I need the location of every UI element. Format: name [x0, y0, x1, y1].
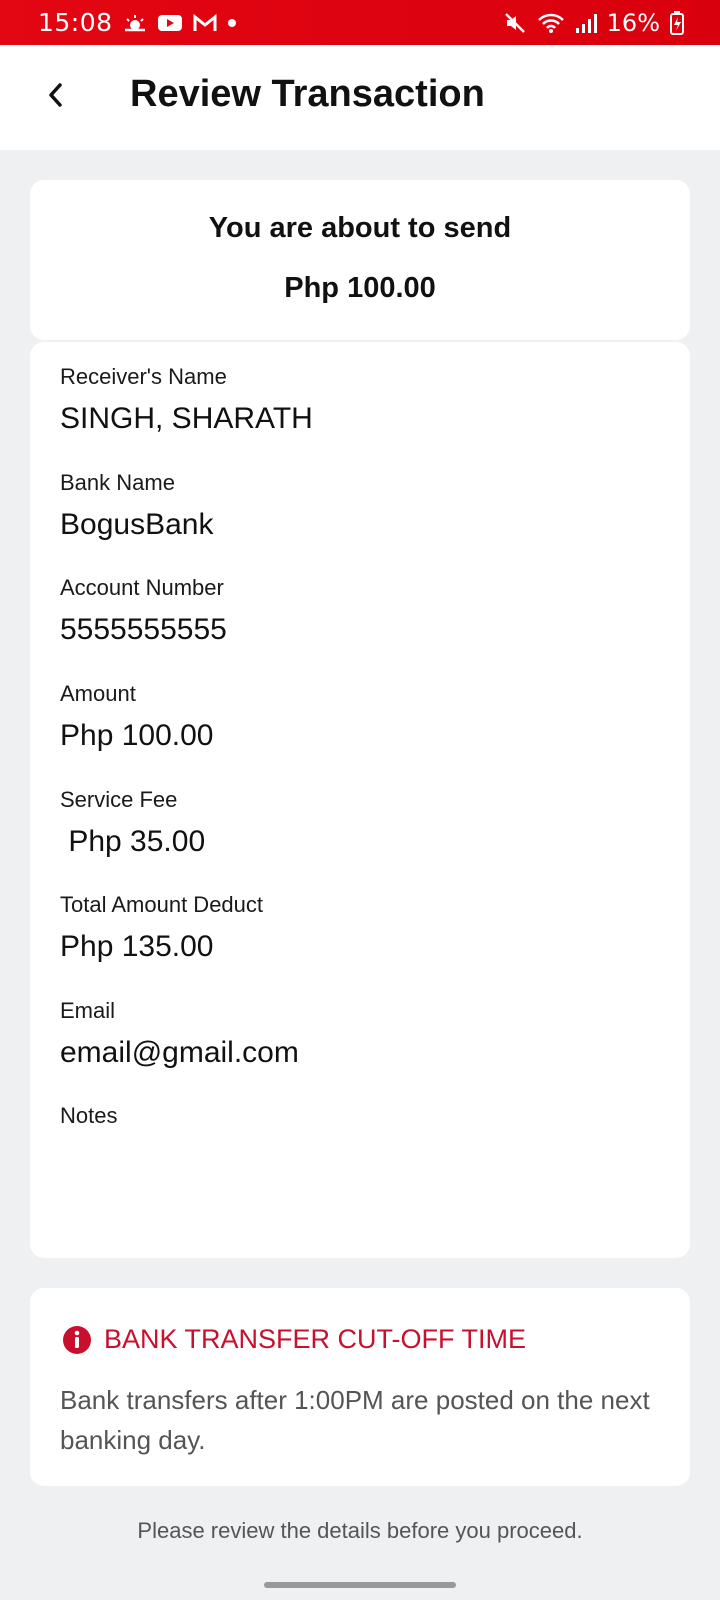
summary-amount: Php 100.00	[284, 272, 436, 304]
page-title: Review Transaction	[130, 73, 485, 115]
amount-label: Amount	[60, 681, 136, 706]
service-fee-field: Service Fee Php 35.00	[60, 787, 205, 859]
chevron-left-icon	[49, 83, 62, 107]
account-number-field: Account Number 5555555555	[60, 575, 227, 647]
summary-card: You are about to send Php 100.00	[30, 180, 690, 340]
signal-icon	[575, 12, 597, 34]
summary-heading: You are about to send	[208, 212, 512, 244]
dot-icon	[227, 18, 237, 28]
receiver-name-label: Receiver's Name	[60, 364, 227, 389]
mute-icon	[503, 12, 527, 34]
battery-charging-icon	[670, 10, 684, 35]
service-fee-value: Php 35.00	[60, 825, 206, 858]
notes-label: Notes	[60, 1103, 118, 1128]
receiver-name-value: SINGH, SHARATH	[60, 402, 313, 435]
bank-name-label: Bank Name	[60, 470, 175, 495]
home-indicator[interactable]	[264, 1582, 456, 1588]
amount-field: Amount Php 100.00	[60, 681, 213, 753]
total-amount-field: Total Amount Deduct Php 135.00	[60, 892, 263, 964]
notes-field: Notes	[60, 1103, 117, 1141]
email-value: email@gmail.com	[60, 1036, 299, 1069]
gmail-icon	[193, 13, 217, 33]
status-left: 15:08	[38, 8, 237, 37]
email-field: Email email@gmail.com	[60, 998, 299, 1070]
notice-title-row: BANK TRANSFER CUT-OFF TIME	[62, 1324, 526, 1355]
status-bar: 15:08 16%	[0, 0, 720, 45]
account-number-value: 5555555555	[60, 613, 227, 646]
total-amount-label: Total Amount Deduct	[60, 892, 264, 917]
total-amount-value: Php 135.00	[60, 930, 214, 963]
weather-icon	[123, 13, 147, 33]
footer-note: Please review the details before you pro…	[137, 1518, 583, 1543]
status-right: 16%	[503, 9, 684, 37]
notice-title: BANK TRANSFER CUT-OFF TIME	[104, 1324, 527, 1354]
back-button[interactable]	[36, 75, 76, 115]
details-card: Receiver's Name SINGH, SHARATH Bank Name…	[30, 342, 690, 1258]
status-time: 15:08	[38, 8, 113, 37]
cutoff-notice-card: BANK TRANSFER CUT-OFF TIME Bank transfer…	[30, 1288, 690, 1486]
battery-percent: 16%	[606, 8, 660, 37]
receiver-name-field: Receiver's Name SINGH, SHARATH	[60, 364, 313, 436]
info-icon	[63, 1325, 91, 1354]
notice-body: Bank transfers after 1:00PM are posted o…	[60, 1385, 650, 1455]
bank-name-value: BogusBank	[60, 508, 214, 541]
email-label: Email	[60, 998, 116, 1023]
amount-value: Php 100.00	[60, 719, 214, 752]
app-bar: Review Transaction	[0, 45, 720, 150]
account-number-label: Account Number	[60, 575, 224, 600]
wifi-icon	[537, 12, 565, 34]
bank-name-field: Bank Name BogusBank	[60, 470, 213, 542]
service-fee-label: Service Fee	[60, 787, 178, 812]
youtube-icon	[157, 13, 183, 33]
